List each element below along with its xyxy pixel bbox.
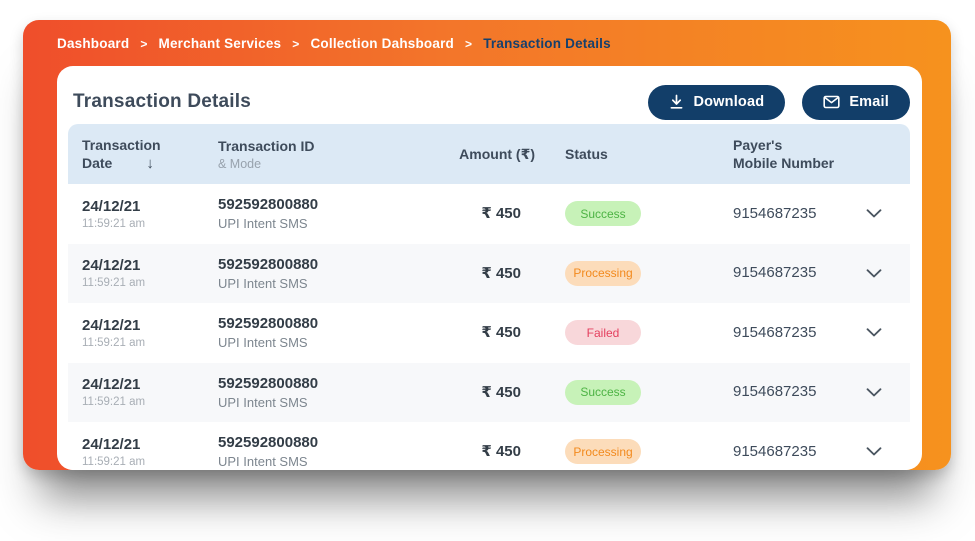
chevron-down-icon (866, 325, 882, 340)
expand-row-button[interactable] (862, 265, 886, 282)
chevron-down-icon (866, 385, 882, 400)
status-badge: Failed (565, 320, 641, 345)
breadcrumb: Dashboard > Merchant Services > Collecti… (57, 36, 611, 51)
transaction-date: 24/12/21 (82, 317, 218, 334)
header-mode-subtext: & Mode (218, 157, 418, 171)
email-button-label: Email (849, 94, 889, 110)
header-amount: Amount (₹) (418, 146, 535, 163)
payer-mobile-number: 9154687235 (733, 205, 816, 222)
card-actions: Download Email (648, 85, 910, 120)
header-transaction-date: Transaction Date ↓ (68, 137, 218, 172)
table-body: 24/12/21 11:59:21 am 592592800880 UPI In… (68, 184, 910, 470)
transaction-id: 592592800880 (218, 434, 418, 451)
transaction-time: 11:59:21 am (82, 456, 218, 468)
transaction-amount: ₹ 450 (481, 384, 535, 401)
transaction-date: 24/12/21 (82, 257, 218, 274)
breadcrumb-separator-icon: > (140, 37, 147, 51)
transaction-amount: ₹ 450 (481, 265, 535, 282)
transaction-id: 592592800880 (218, 196, 418, 213)
transaction-amount: ₹ 450 (481, 443, 535, 460)
header-transaction-id: Transaction ID & Mode (218, 138, 418, 171)
payer-mobile-number: 9154687235 (733, 264, 816, 281)
download-button-label: Download (693, 94, 764, 110)
header-payer-mobile: Payer's Mobile Number (733, 137, 850, 171)
expand-row-button[interactable] (862, 324, 886, 341)
status-badge: Success (565, 380, 641, 405)
email-icon (823, 95, 840, 109)
status-badge: Processing (565, 261, 641, 286)
payer-mobile-number: 9154687235 (733, 324, 816, 341)
transaction-mode: UPI Intent SMS (218, 454, 418, 469)
transaction-date: 24/12/21 (82, 376, 218, 393)
expand-row-button[interactable] (862, 205, 886, 222)
status-badge: Success (565, 201, 641, 226)
transaction-amount: ₹ 450 (481, 205, 535, 222)
breadcrumb-item-merchant-services[interactable]: Merchant Services (159, 36, 282, 51)
chevron-down-icon (866, 444, 882, 459)
table-row: 24/12/21 11:59:21 am 592592800880 UPI In… (68, 244, 910, 304)
download-icon (669, 94, 684, 110)
download-button[interactable]: Download (648, 85, 785, 120)
table-row: 24/12/21 11:59:21 am 592592800880 UPI In… (68, 422, 910, 470)
transaction-time: 11:59:21 am (82, 337, 218, 349)
transaction-time: 11:59:21 am (82, 277, 218, 289)
transaction-date: 24/12/21 (82, 436, 218, 453)
transaction-amount: ₹ 450 (481, 324, 535, 341)
breadcrumb-separator-icon: > (292, 37, 299, 51)
transaction-mode: UPI Intent SMS (218, 335, 418, 350)
breadcrumb-item-transaction-details: Transaction Details (483, 36, 611, 51)
card-header: Transaction Details Download (57, 66, 922, 122)
transaction-time: 11:59:21 am (82, 218, 218, 230)
table-row: 24/12/21 11:59:21 am 592592800880 UPI In… (68, 184, 910, 244)
transaction-id: 592592800880 (218, 256, 418, 273)
transactions-table: Transaction Date ↓ Transaction ID & Mode… (68, 124, 910, 470)
chevron-down-icon (866, 266, 882, 281)
email-button[interactable]: Email (802, 85, 910, 120)
breadcrumb-item-collection-dashboard[interactable]: Collection Dahsboard (310, 36, 454, 51)
transaction-id: 592592800880 (218, 315, 418, 332)
table-row: 24/12/21 11:59:21 am 592592800880 UPI In… (68, 363, 910, 423)
sort-descending-icon[interactable]: ↓ (146, 155, 154, 172)
status-badge: Processing (565, 439, 641, 464)
transaction-time: 11:59:21 am (82, 396, 218, 408)
transaction-date: 24/12/21 (82, 198, 218, 215)
table-row: 24/12/21 11:59:21 am 592592800880 UPI In… (68, 303, 910, 363)
payer-mobile-number: 9154687235 (733, 383, 816, 400)
transaction-mode: UPI Intent SMS (218, 276, 418, 291)
transaction-mode: UPI Intent SMS (218, 216, 418, 231)
breadcrumb-item-dashboard[interactable]: Dashboard (57, 36, 129, 51)
table-header-row: Transaction Date ↓ Transaction ID & Mode… (68, 124, 910, 184)
transaction-id: 592592800880 (218, 375, 418, 392)
breadcrumb-separator-icon: > (465, 37, 472, 51)
transaction-details-card: Transaction Details Download (57, 66, 922, 470)
chevron-down-icon (866, 206, 882, 221)
header-status: Status (535, 146, 733, 162)
transaction-mode: UPI Intent SMS (218, 395, 418, 410)
main-panel: Dashboard > Merchant Services > Collecti… (23, 20, 951, 470)
expand-row-button[interactable] (862, 443, 886, 460)
page-title: Transaction Details (73, 91, 251, 113)
expand-row-button[interactable] (862, 384, 886, 401)
payer-mobile-number: 9154687235 (733, 443, 816, 460)
